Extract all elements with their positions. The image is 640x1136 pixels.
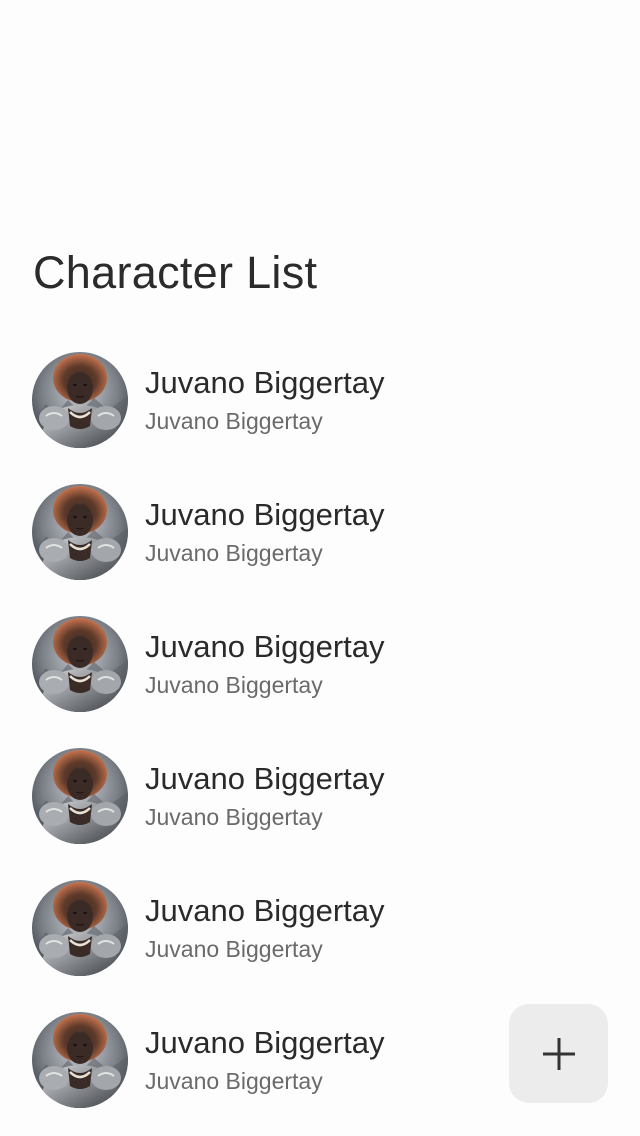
character-portrait [32,880,128,976]
page-title: Character List [33,247,318,298]
avatar [32,484,128,580]
character-portrait [32,1012,128,1108]
avatar [32,880,128,976]
list-item[interactable]: Juvano Biggertay Juvano Biggertay [0,480,640,612]
add-character-button[interactable] [509,1004,608,1103]
list-item[interactable]: Juvano Biggertay Juvano Biggertay [0,612,640,744]
character-portrait [32,484,128,580]
character-portrait [32,352,128,448]
character-name: Juvano Biggertay [145,761,385,796]
character-subtitle: Juvano Biggertay [145,540,323,566]
list-item[interactable]: Juvano Biggertay Juvano Biggertay [0,348,640,480]
character-subtitle: Juvano Biggertay [145,804,323,830]
avatar [32,352,128,448]
character-name: Juvano Biggertay [145,497,385,532]
character-name: Juvano Biggertay [145,629,385,664]
character-subtitle: Juvano Biggertay [145,672,323,698]
list-item[interactable]: Juvano Biggertay Juvano Biggertay [0,744,640,876]
avatar [32,748,128,844]
avatar [32,616,128,712]
plus-icon [542,1037,575,1070]
character-name: Juvano Biggertay [145,1025,385,1060]
character-name: Juvano Biggertay [145,365,385,400]
character-subtitle: Juvano Biggertay [145,936,323,962]
character-name: Juvano Biggertay [145,893,385,928]
character-list-screen: Character List Juvano Biggertay Juvano B… [0,0,640,1136]
avatar [32,1012,128,1108]
character-portrait [32,616,128,712]
character-subtitle: Juvano Biggertay [145,1068,323,1094]
list-item[interactable]: Juvano Biggertay Juvano Biggertay [0,876,640,1008]
character-subtitle: Juvano Biggertay [145,408,323,434]
character-portrait [32,748,128,844]
